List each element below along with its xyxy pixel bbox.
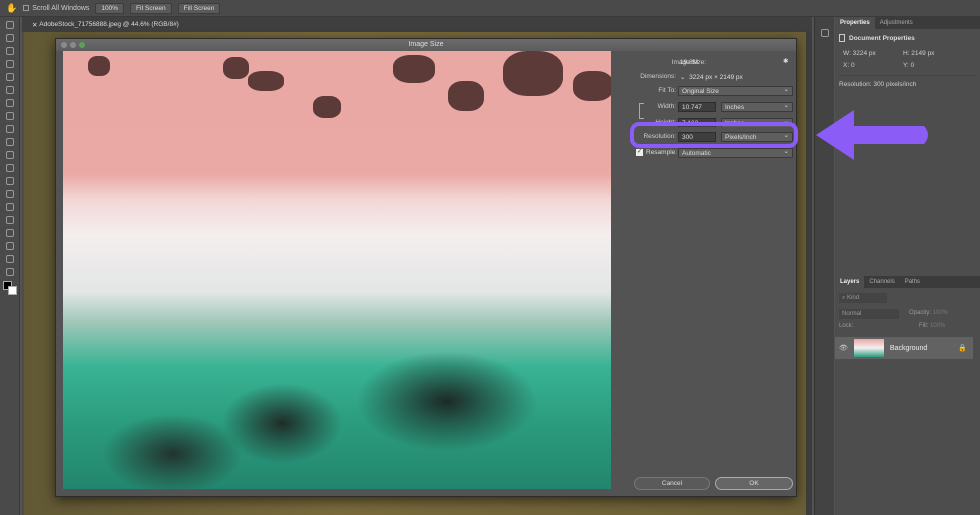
path-select-tool-icon[interactable]: [5, 229, 14, 237]
opacity-field[interactable]: 100%: [933, 310, 948, 316]
width-unit-select[interactable]: Inches: [721, 101, 793, 112]
opacity-label: Opacity:: [909, 310, 932, 316]
minimize-window-button[interactable]: [70, 42, 76, 48]
lock-label: Lock:: [839, 323, 854, 329]
zoom-tool-icon[interactable]: [5, 268, 14, 276]
width-input[interactable]: 10.747: [678, 102, 716, 112]
lasso-tool-icon[interactable]: [5, 47, 14, 55]
brush-tool-icon[interactable]: [5, 112, 14, 120]
fit-to-select[interactable]: Original Size: [678, 85, 793, 96]
x-readout: X: 0: [843, 62, 855, 69]
lock-icon: 🔒: [958, 345, 967, 352]
properties-tabs: Properties Adjustments: [835, 17, 980, 29]
fill-screen-button[interactable]: Fill Screen: [177, 2, 221, 14]
close-window-button[interactable]: [61, 42, 67, 48]
zoom-100-button[interactable]: 100%: [95, 2, 125, 14]
resolution-readout: Resolution: 300 pixels/inch: [839, 75, 976, 88]
close-tab-icon[interactable]: ✕: [32, 21, 39, 29]
width-label: Width:: [657, 103, 676, 110]
quick-select-tool-icon[interactable]: [5, 60, 14, 68]
healing-tool-icon[interactable]: [5, 99, 14, 107]
pen-tool-icon[interactable]: [5, 203, 14, 211]
options-bar: ✋ Scroll All Windows 100% Fit Screen Fil…: [0, 0, 980, 17]
dodge-tool-icon[interactable]: [5, 190, 14, 198]
fit-screen-button[interactable]: Fit Screen: [130, 2, 172, 14]
toolbox: [0, 17, 20, 515]
layer-name: Background: [889, 344, 928, 352]
width-readout: W: 3224 px: [843, 50, 876, 57]
history-brush-icon[interactable]: [5, 138, 14, 146]
tab-adjustments[interactable]: Adjustments: [875, 20, 918, 26]
ok-button[interactable]: OK: [715, 477, 793, 490]
resample-label: Resample:: [646, 149, 678, 156]
layer-row-background[interactable]: 👁 Background 🔒: [835, 337, 973, 359]
move-tool-icon[interactable]: [5, 21, 14, 29]
image-size-value: 19.8M: [680, 59, 699, 66]
document-tab[interactable]: ✕ AdobeStock_71756888.jpeg @ 44.6% (RGB/…: [22, 17, 812, 32]
tab-properties[interactable]: Properties: [835, 17, 875, 29]
type-tool-icon[interactable]: [5, 216, 14, 224]
fill-label: Fill:: [919, 323, 929, 329]
hand-tool-icon[interactable]: [5, 255, 14, 263]
filter-label: Kind: [847, 295, 860, 301]
dialog-title-bar: Image Size: [56, 39, 796, 51]
eyedropper-tool-icon[interactable]: [5, 86, 14, 94]
y-readout: Y: 0: [903, 62, 915, 69]
dialog-title: Image Size: [408, 41, 444, 48]
color-swatches[interactable]: [3, 281, 17, 297]
resolution-highlight-ring: [630, 122, 798, 148]
scroll-all-windows-checkbox[interactable]: Scroll All Windows: [23, 5, 89, 12]
layers-tabs: Layers Channels Paths: [835, 276, 980, 288]
crop-tool-icon[interactable]: [5, 73, 14, 81]
eraser-tool-icon[interactable]: [5, 151, 14, 159]
resample-select[interactable]: Automatic: [678, 147, 793, 158]
tab-channels[interactable]: Channels: [864, 279, 899, 285]
history-panel-icon[interactable]: [820, 29, 829, 37]
gradient-tool-icon[interactable]: [5, 164, 14, 172]
cancel-button[interactable]: Cancel: [634, 477, 710, 490]
tab-paths[interactable]: Paths: [900, 279, 925, 285]
document-tab-title: AdobeStock_71756888.jpeg @ 44.6% (RGB/8#…: [39, 21, 179, 28]
image-preview[interactable]: [63, 51, 611, 489]
hand-tool-icon[interactable]: ✋: [6, 3, 17, 14]
document-icon: [839, 34, 845, 42]
blur-tool-icon[interactable]: [5, 177, 14, 185]
marquee-tool-icon[interactable]: [5, 34, 14, 42]
document-properties-heading: Document Properties: [849, 34, 915, 42]
dimensions-text: 3224 px × 2149 px: [689, 74, 743, 81]
fit-to-label: Fit To:: [658, 87, 676, 94]
layer-thumbnail: [853, 339, 884, 357]
purple-arrow-icon: [816, 110, 928, 160]
stamp-tool-icon[interactable]: [5, 125, 14, 133]
image-size-dialog: Image Size Image Size: 19.8M ✱ Dimension…: [55, 38, 797, 497]
zoom-window-button[interactable]: [79, 42, 85, 48]
shape-tool-icon[interactable]: [5, 242, 14, 250]
blend-mode-select[interactable]: Normal: [839, 309, 899, 319]
visibility-eye-icon[interactable]: 👁: [839, 344, 848, 352]
resample-checkbox[interactable]: ✓: [636, 149, 643, 156]
layer-filter-kind[interactable]: ⌕ Kind: [839, 293, 887, 303]
dimensions-value[interactable]: ⌄ 3224 px × 2149 px: [680, 73, 743, 81]
settings-gear-icon[interactable]: ✱: [783, 57, 788, 65]
scroll-all-label: Scroll All Windows: [32, 4, 90, 12]
vertical-scrollbar[interactable]: [806, 32, 812, 515]
tab-layers[interactable]: Layers: [835, 276, 865, 288]
height-readout: H: 2149 px: [903, 50, 935, 57]
panel-icon-strip: [814, 17, 834, 515]
fill-field[interactable]: 100%: [930, 323, 945, 329]
dimensions-label: Dimensions:: [640, 73, 676, 80]
right-panels: Properties Adjustments Document Properti…: [835, 17, 980, 515]
